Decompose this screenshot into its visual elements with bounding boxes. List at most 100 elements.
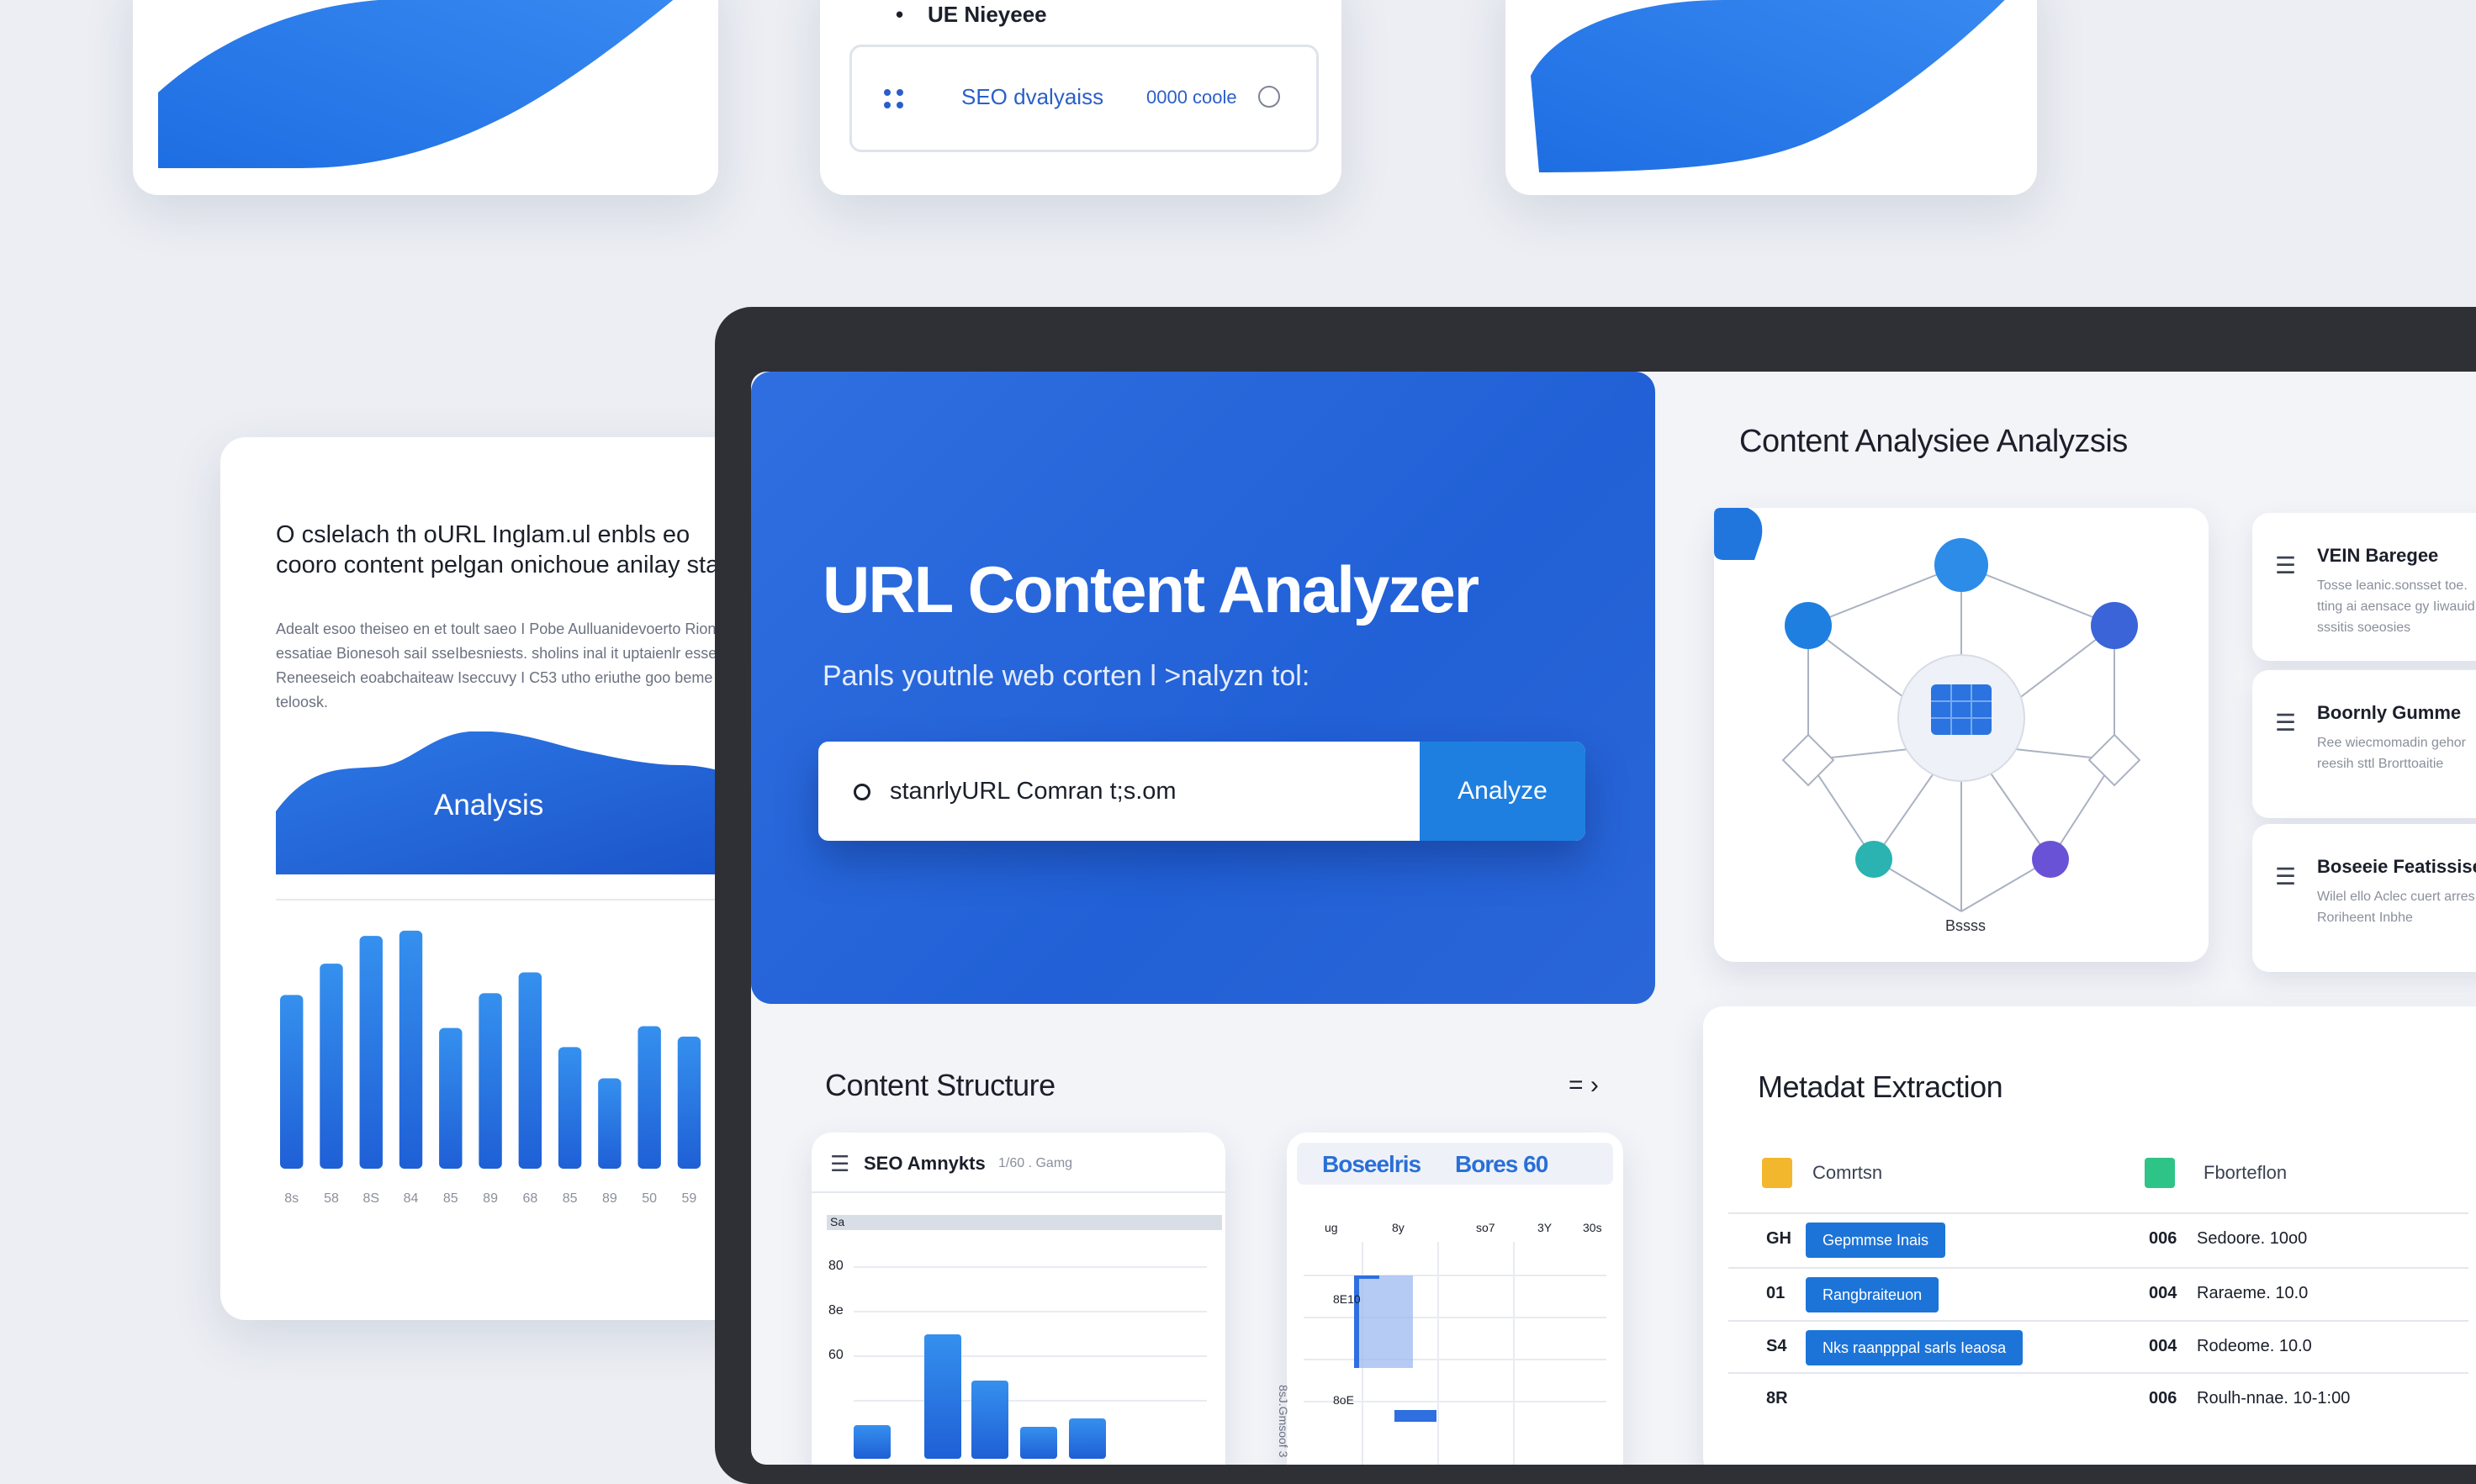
bores-mini-chart — [1304, 1242, 1606, 1465]
x-tick-label: 85 — [443, 1191, 458, 1206]
app-subtitle: Panls youtnle web corten l >nalyzn tol: — [823, 660, 1310, 692]
divider — [812, 1191, 1225, 1193]
network-graph — [1714, 508, 2141, 912]
analysis-side-item[interactable]: ☰ Boornly Gumme Ree wiecmomadin gehor re… — [2252, 670, 2476, 818]
clock-icon — [1258, 86, 1280, 108]
legend-label: Fborteflon — [2204, 1162, 2288, 1183]
row-key: GH — [1766, 1229, 1791, 1248]
x-tick-label: 89 — [483, 1191, 498, 1206]
metadata-title: Metadat Extraction — [1758, 1069, 2003, 1104]
chart-bar — [479, 993, 502, 1169]
metadata-row[interactable]: 8R 006 Roulh-nnae. 10-1:00 — [1728, 1372, 2468, 1426]
y-tick: 60 — [828, 1348, 844, 1362]
search-icon — [854, 784, 870, 800]
column-label: so7 — [1476, 1221, 1495, 1234]
x-tick-label: 58 — [324, 1191, 339, 1206]
chart-bar — [439, 1027, 463, 1169]
seo-chart-header — [827, 1215, 1222, 1230]
row-tag[interactable]: Rangbraiteuon — [1806, 1277, 1939, 1312]
legend-label: Comrtsn — [1812, 1162, 1883, 1183]
content-analysis-title: Content Analysiee Analyzsis — [1739, 424, 2128, 459]
laptop-screen: URL Content Analyzer Panls youtnle web c… — [751, 372, 2476, 1465]
bar-chart: 8s 58 8S 84 85 89 68 85 89 50 59 — [276, 899, 730, 1206]
metadata-panel: Metadat Extraction Comrtsn Fborteflon GH… — [1703, 1006, 2476, 1465]
side-axis-label: 8sJ.Gmsoof 3 — [1277, 1385, 1290, 1458]
grid-dots-icon — [884, 89, 903, 108]
menu-icon: ☰ — [2275, 863, 2297, 890]
y-tick: 8e — [828, 1303, 844, 1318]
seo-analysis-card: ☰ SEO Amnykts 1/60 . Gamg Sa 80 8e 60 — [812, 1133, 1225, 1465]
top-middle-seo-card: • UE Nieyeee SEO dvalyaiss 0000 coole — [820, 0, 1341, 195]
tab-bores-60[interactable]: Bores 60 — [1455, 1151, 1548, 1178]
row-value: Rodeome. 10.0 — [2197, 1337, 2312, 1355]
analysis-side-item[interactable]: ☰ VEIN Baregee Tosse leanic.sonsset toe.… — [2252, 513, 2476, 661]
column-label: 30s — [1583, 1221, 1602, 1234]
y-tick: 80 — [828, 1259, 844, 1273]
chart-bar — [359, 936, 383, 1169]
side-item-desc: Tosse leanic.sonsset toe. tting ai aensa… — [2317, 578, 2475, 635]
app-title: URL Content Analyzer — [823, 552, 1479, 626]
wave-graphic — [158, 0, 674, 168]
top-right-wave-card — [1505, 0, 2037, 195]
metadata-row[interactable]: S4 Nks raanpppal sarls Ieaosa 004 Rodeom… — [1728, 1320, 2468, 1374]
report-title: O cslelach th oURL Inglam.ul enbls eo co… — [276, 521, 745, 578]
row-value: Sedoore. 10o0 — [2197, 1229, 2308, 1248]
seo-card-title: SEO Amnykts — [864, 1153, 986, 1174]
report-body: Adealt esoo theiseo en et toult saeo I P… — [276, 621, 746, 710]
x-tick-label: 89 — [602, 1191, 617, 1206]
row-value: Raraeme. 10.0 — [2197, 1284, 2309, 1302]
row-tag[interactable]: Nks raanpppal sarls Ieaosa — [1806, 1330, 2024, 1365]
analysis-report-card: O cslelach th oURL Inglam.ul enbls eo co… — [220, 437, 759, 1320]
menu-icon: ☰ — [830, 1151, 850, 1176]
row-tag[interactable]: Gepmmse Inais — [1806, 1223, 1946, 1258]
menu-icon: ☰ — [2275, 552, 2297, 578]
bores-card: Boseelris Bores 60 ug 8y so7 3Y 30s 8E10… — [1277, 1133, 1623, 1465]
url-input[interactable] — [818, 742, 1420, 841]
network-graph-panel: Bssss — [1714, 508, 2209, 962]
bullet-heading: • UE Nieyeee — [896, 2, 1047, 27]
seo-analysis-label: SEO dvalyaiss — [961, 84, 1104, 109]
analyze-button[interactable]: Analyze — [1420, 742, 1585, 841]
legend-swatch — [1762, 1158, 1792, 1188]
column-label: 3Y — [1537, 1221, 1553, 1234]
content-structure-title: Content Structure — [825, 1068, 1055, 1102]
analysis-wave-label: Analysis — [434, 789, 544, 821]
side-item-title: Boornly Gumme — [2317, 702, 2462, 723]
chart-bar — [399, 930, 423, 1169]
x-tick-label: 59 — [682, 1191, 697, 1206]
metadata-row[interactable]: 01 Rangbraiteuon 004 Raraeme. 10.0 — [1728, 1267, 2468, 1321]
top-left-wave-card — [133, 0, 718, 195]
y-tick: 8oE — [1333, 1393, 1354, 1407]
column-label: ug — [1325, 1221, 1338, 1234]
x-tick-label: 85 — [563, 1191, 578, 1206]
menu-icon: ☰ — [2275, 710, 2297, 736]
node-label: Bssss — [1945, 917, 1987, 934]
x-tick-label: 8S — [362, 1191, 379, 1206]
side-item-title: VEIN Baregee — [2317, 545, 2439, 566]
x-tick-label: 50 — [642, 1191, 657, 1206]
legend-swatch — [2145, 1158, 2175, 1188]
chart-bar — [677, 1036, 701, 1169]
seo-chart-header-label: Sa — [830, 1215, 845, 1228]
y-tick: 8E10 — [1333, 1292, 1361, 1306]
row-number: 004 — [2149, 1337, 2177, 1355]
chart-bar — [280, 995, 304, 1169]
metadata-row[interactable]: GH Gepmmse Inais 006 Sedoore. 10o0 — [1728, 1212, 2468, 1266]
x-tick-label: 8s — [284, 1191, 299, 1206]
side-item-desc: Ree wiecmomadin gehor reesih sttl Brortt… — [2317, 736, 2466, 771]
row-number: 006 — [2149, 1229, 2177, 1248]
analysis-side-item[interactable]: ☰ Boseeie Featissise Wilel ello Aclec cu… — [2252, 824, 2476, 972]
tab-boseelris[interactable]: Boseelris — [1322, 1151, 1421, 1178]
chart-bar — [638, 1026, 661, 1169]
chart-bar — [598, 1078, 622, 1169]
row-key: S4 — [1766, 1337, 1787, 1355]
structure-menu-icon[interactable]: = › — [1569, 1071, 1599, 1100]
seo-card-sub: 1/60 . Gamg — [998, 1156, 1073, 1170]
hero-panel: URL Content Analyzer Panls youtnle web c… — [751, 372, 1655, 1004]
chart-bar — [518, 972, 542, 1169]
seo-analysis-chip[interactable]: SEO dvalyaiss 0000 coole — [849, 45, 1319, 152]
url-search-bar: Analyze — [818, 742, 1585, 841]
chart-bar — [558, 1047, 582, 1169]
seo-value-label: 0000 coole — [1146, 87, 1237, 108]
chart-bar — [320, 964, 343, 1169]
